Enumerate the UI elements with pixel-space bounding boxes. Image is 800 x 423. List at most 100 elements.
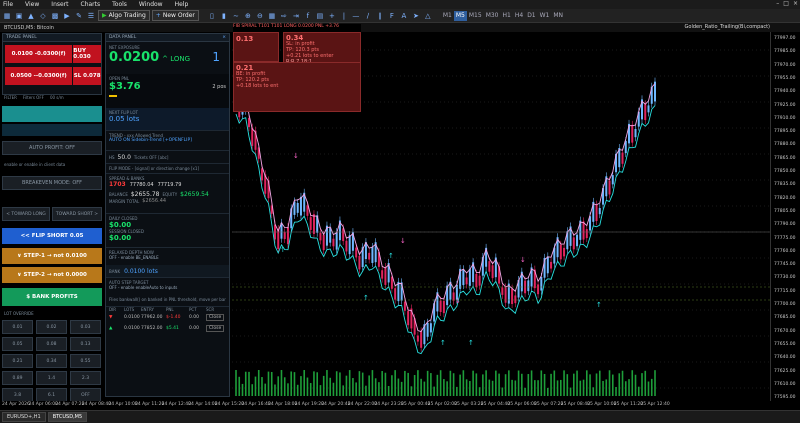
bank-row-value: 0.0100 lots xyxy=(124,267,158,275)
lot-grid: 0.01 0.02 0.03 0.05 0.08 0.13 0.21 0.34 0.55 0.89… xyxy=(2,320,102,402)
filter-value[interactable]: Filters OFF xyxy=(23,95,44,103)
candle-body xyxy=(582,221,585,240)
candle-body xyxy=(371,247,374,263)
volume-bar xyxy=(579,380,582,396)
volume-bar xyxy=(296,384,299,396)
close-button[interactable]: Close xyxy=(206,325,225,332)
candle-body xyxy=(621,152,624,164)
volume-bar xyxy=(319,385,322,396)
volume-bar xyxy=(277,376,280,396)
lot-button[interactable]: 0.34 xyxy=(36,354,67,368)
toward-long-button[interactable]: < TOWARD LONG xyxy=(2,207,50,221)
lot-button[interactable]: 0.02 xyxy=(36,320,67,334)
tab-eurusd[interactable]: EURUSD+,H1 xyxy=(2,412,46,422)
step2-button[interactable]: ∨ STEP-2 → not 0.0000 xyxy=(2,267,102,283)
volume-bar xyxy=(605,379,608,396)
volume-bar xyxy=(446,381,448,396)
lot-button[interactable]: 2.3 xyxy=(70,371,101,385)
filter-row: FILTER Filters OFF 00 s/m xyxy=(4,95,102,103)
volume-bar xyxy=(514,380,517,396)
buy-button-mid[interactable]: SL 0.078 xyxy=(73,67,101,85)
price-tick: 77700.00 xyxy=(774,302,796,307)
lot-button[interactable]: 3.8 xyxy=(2,388,33,402)
filter-label: FILTER xyxy=(4,95,17,100)
data-panel-title: DATA PANEL xyxy=(109,35,137,40)
popup-1[interactable]: 0.13 xyxy=(233,32,279,62)
close-button[interactable]: Close xyxy=(206,314,225,321)
toward-short-button[interactable]: TOWARD SHORT > xyxy=(52,207,102,221)
lot-button[interactable]: 0.03 xyxy=(70,320,101,334)
candle-body xyxy=(537,284,540,295)
price-tick: 77985.00 xyxy=(774,49,796,55)
volume-bar xyxy=(293,372,296,396)
candle-body xyxy=(416,335,419,342)
volume-bar xyxy=(384,372,387,396)
time-tick: 24 Apr 11:20 xyxy=(135,402,165,407)
lot-button[interactable]: 0.05 xyxy=(2,337,33,351)
volume-bar xyxy=(332,382,335,396)
volume-bar xyxy=(274,384,276,396)
open-pnl-box: OPEN PNL $3.76 2 pos xyxy=(106,74,229,108)
auto-profit-button[interactable]: AUTO PROFIT: OFF xyxy=(2,141,102,155)
volume-bar xyxy=(241,383,244,396)
lot-button[interactable]: 0.21 xyxy=(2,354,33,368)
volume-bar xyxy=(491,380,494,396)
sell-arrow-icon: ↓ xyxy=(293,152,299,160)
price-tick: 77595.00 xyxy=(774,395,796,401)
lot-button[interactable]: 0.55 xyxy=(70,354,101,368)
lot-button[interactable]: 0.01 xyxy=(2,320,33,334)
teal-action-button[interactable] xyxy=(2,106,102,122)
popup-3[interactable]: 0.21 BE: in profit TP: 120.2 pts +0.18 l… xyxy=(233,62,361,112)
volume-bar xyxy=(592,387,595,396)
sell-button-top[interactable]: 0.0100 -0.0300(f) xyxy=(5,45,73,63)
trade-panel-title: TRADE PANEL xyxy=(3,34,101,42)
volume-bar xyxy=(537,380,539,396)
tab-btcusd[interactable]: BTCUSD,M5 xyxy=(47,412,88,422)
volume-bar xyxy=(534,380,536,396)
lot-button[interactable]: 0.08 xyxy=(36,337,67,351)
volume-bar xyxy=(540,370,543,396)
breakeven-button[interactable]: BREAKEVEN MODE: OFF xyxy=(2,176,102,190)
buy-button-top[interactable]: BUY 0.030 xyxy=(73,45,101,63)
lot-button[interactable]: OFF xyxy=(70,388,101,402)
lot-button[interactable]: 0.89 xyxy=(2,371,33,385)
flip-short-button[interactable]: << FLIP SHORT 0.05 xyxy=(2,228,102,244)
time-tick: 24 Apr 23:20 xyxy=(374,402,404,407)
panel-close-icon[interactable]: × xyxy=(222,35,226,40)
candle-body xyxy=(426,322,429,337)
price-tick: 77970.00 xyxy=(774,62,796,68)
popup-2[interactable]: 0.34 SL: in profit TP: 120.3 pts +0.21 l… xyxy=(283,32,361,65)
price-axis[interactable]: 77997.00 77985.00 77970.00 77955.00 77940.00… xyxy=(770,32,800,401)
volume-bar xyxy=(345,375,348,396)
volume-bar xyxy=(602,380,604,396)
price-tick: 77685.00 xyxy=(774,315,796,321)
lot-button[interactable]: 6.1 xyxy=(36,388,67,402)
price-tick: 77880.00 xyxy=(774,142,796,148)
lot-button[interactable]: 0.13 xyxy=(70,337,101,351)
col-entry: ENTRY xyxy=(141,307,154,312)
volume-bar xyxy=(400,381,403,396)
sell-button-mid[interactable]: 0.0500 --0.0300(f) xyxy=(5,67,73,85)
balance-value: $2655.78 xyxy=(130,191,160,198)
volume-bar xyxy=(261,377,263,396)
candle-body xyxy=(397,281,400,302)
lot-button[interactable]: 1.4 xyxy=(36,371,67,385)
volume-bar xyxy=(290,371,293,396)
candle-body xyxy=(550,261,553,269)
candle-body xyxy=(319,232,322,241)
candle-body xyxy=(501,287,504,295)
volume-bar xyxy=(608,370,611,396)
bank-profits-button[interactable]: $ BANK PROFITS xyxy=(2,288,102,306)
candle-body xyxy=(309,217,312,230)
candle-body xyxy=(576,234,579,247)
direction-label: ^ LONG xyxy=(162,55,191,63)
trend-value[interactable]: AUTO ON Sidebin-Trend [+OPENFLIP] xyxy=(109,138,226,143)
lots-cell: 0.0100 xyxy=(124,326,140,331)
price-tick: 77640.00 xyxy=(774,355,796,361)
step1-button[interactable]: ∨ STEP-1 → not 0.0100 xyxy=(2,248,102,264)
data-panel: DATA PANEL × NET EXPOSURE 0.0200 ^ LONG … xyxy=(105,33,230,397)
volume-bar xyxy=(462,370,465,396)
time-axis[interactable]: 24 Apr 2026 24 Apr 06:00 24 Apr 07:20 24 Ap… xyxy=(0,401,770,410)
lot-grid-title: LOT OVERRIDE xyxy=(4,311,34,316)
candle-body xyxy=(611,175,614,185)
